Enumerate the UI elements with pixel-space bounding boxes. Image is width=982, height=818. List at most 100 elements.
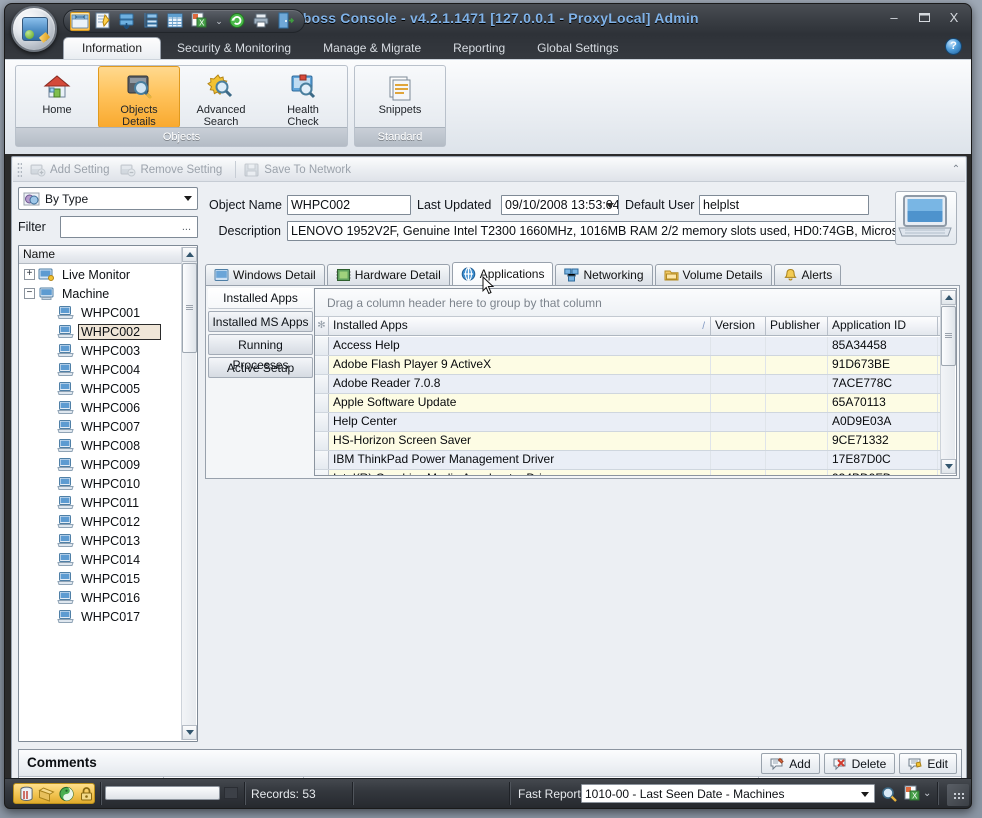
tab-global-settings[interactable]: Global Settings [521, 38, 634, 59]
excel-export-icon[interactable]: X [190, 12, 210, 31]
expander-icon[interactable]: + [24, 269, 35, 280]
refresh-icon[interactable] [228, 12, 248, 31]
tab-security-monitoring[interactable]: Security & Monitoring [161, 38, 307, 59]
scroll-up-arrow-icon[interactable] [182, 247, 197, 262]
tree-node-whpc011[interactable]: WHPC011 [19, 493, 197, 512]
column-header-version[interactable]: Version [711, 317, 766, 335]
add-comment-button[interactable]: Add [761, 753, 819, 774]
ribbon-button-objects-details[interactable]: Objects Details [98, 66, 180, 128]
view-mode-chevron-down-icon[interactable] [184, 196, 192, 201]
folder-icon[interactable] [38, 786, 55, 802]
grid-table-icon[interactable] [166, 12, 186, 31]
tree-node-whpc006[interactable]: WHPC006 [19, 398, 197, 417]
magnifier-icon[interactable] [881, 786, 898, 802]
ribbon-button-health-check[interactable]: Health Check [262, 66, 344, 128]
column-header-application-id[interactable]: Application ID [828, 317, 938, 335]
print-icon[interactable] [252, 12, 272, 31]
tree-node-whpc012[interactable]: WHPC012 [19, 512, 197, 531]
delete-comment-button[interactable]: Delete [824, 753, 896, 774]
minimize-icon[interactable]: – [885, 9, 903, 27]
tab-hardware-detail[interactable]: Hardware Detail [327, 264, 450, 285]
table-row[interactable]: Apple Software Update65A70113 [315, 394, 940, 413]
tab-manage-migrate[interactable]: Manage & Migrate [307, 38, 437, 59]
view-mode-combo[interactable]: By Type [18, 187, 198, 210]
tree-node-whpc005[interactable]: WHPC005 [19, 379, 197, 398]
database-icon[interactable] [18, 786, 35, 802]
table-row[interactable]: Access Help85A34458 [315, 337, 940, 356]
scrollbar-thumb[interactable] [182, 263, 197, 353]
column-header-installed-apps[interactable]: Installed Apps / [329, 317, 711, 335]
tree-scrollbar[interactable] [181, 247, 196, 740]
edit-comment-button[interactable]: Edit [899, 753, 957, 774]
tab-reporting[interactable]: Reporting [437, 38, 521, 59]
description-input[interactable]: LENOVO 1952V2F, Genuine Intel T2300 1660… [287, 221, 899, 241]
table-row[interactable]: Adobe Reader 7.0.87ACE778C [315, 375, 940, 394]
subtab-running-processes[interactable]: Running Processes [208, 334, 313, 355]
ribbon-button-snippets[interactable]: Snippets [359, 66, 441, 128]
tab-windows-detail[interactable]: Windows Detail [205, 264, 325, 285]
help-icon[interactable]: ? [945, 38, 962, 55]
scroll-down-arrow-icon[interactable] [941, 459, 956, 474]
server-download-icon[interactable] [118, 12, 138, 31]
tree-node-machine[interactable]: − Machine [19, 284, 197, 303]
column-header-publisher[interactable]: Publisher [766, 317, 828, 335]
maximize-icon[interactable] [915, 9, 933, 27]
tree-node-whpc008[interactable]: WHPC008 [19, 436, 197, 455]
app-logo-orb[interactable] [11, 6, 57, 52]
exit-door-icon[interactable] [276, 12, 296, 31]
table-row[interactable]: Adobe Flash Player 9 ActiveX91D673BE [315, 356, 940, 375]
tree-node-live-monitor[interactable]: + Live Monitor [19, 265, 197, 284]
expander-icon[interactable]: − [24, 288, 35, 299]
table-row[interactable]: Help CenterA0D9E03A [315, 413, 940, 432]
tree-node-whpc004[interactable]: WHPC004 [19, 360, 197, 379]
window-layout-icon[interactable] [70, 12, 90, 31]
tree-node-whpc003[interactable]: WHPC003 [19, 341, 197, 360]
filter-ellipsis-icon[interactable]: ... [182, 221, 191, 233]
fast-report-combo[interactable]: 1010-00 - Last Seen Date - Machines [581, 784, 875, 803]
table-row[interactable]: HS-Horizon Screen Saver9CE71332 [315, 432, 940, 451]
default-user-input[interactable]: helplst [699, 195, 869, 215]
toolbar-dropdown-caret-icon[interactable]: ⌄ [303, 13, 312, 26]
tree-node-whpc001[interactable]: WHPC001 [19, 303, 197, 322]
ribbon-button-home[interactable]: Home [16, 66, 98, 128]
tab-volume-details[interactable]: Volume Details [655, 264, 772, 285]
collapse-panel-caret-icon[interactable]: ⌃ [949, 160, 963, 180]
tree-node-whpc013[interactable]: WHPC013 [19, 531, 197, 550]
tree-node-whpc010[interactable]: WHPC010 [19, 474, 197, 493]
tab-information[interactable]: Information [63, 37, 161, 59]
group-by-dropzone[interactable]: Drag a column header here to group by th… [315, 289, 956, 317]
table-row[interactable]: IBM ThinkPad Power Management Driver17E8… [315, 451, 940, 470]
resize-grip[interactable] [947, 784, 969, 806]
export-chevron-down-icon[interactable]: ⌄ [923, 788, 931, 799]
subtab-installed-apps[interactable]: Installed Apps [208, 288, 313, 309]
subtab-active-setup[interactable]: Active Setup [208, 357, 313, 378]
tree-node-whpc016[interactable]: WHPC016 [19, 588, 197, 607]
tree-node-whpc007[interactable]: WHPC007 [19, 417, 197, 436]
last-updated-chevron-down-icon[interactable] [606, 203, 614, 208]
scroll-up-arrow-icon[interactable] [941, 290, 956, 305]
save-to-network-button[interactable]: Save To Network [241, 160, 359, 179]
last-updated-input[interactable]: 09/10/2008 13:53:04 [501, 195, 619, 215]
ribbon-button-advanced-search[interactable]: Advanced Search [180, 66, 262, 128]
status-progress-stop-button[interactable] [224, 787, 238, 799]
add-setting-button[interactable]: Add Setting [27, 160, 117, 179]
quick-access-overflow-caret-icon[interactable]: ⌄ [214, 16, 224, 27]
report-edit-icon[interactable] [94, 12, 114, 31]
tree-node-whpc009[interactable]: WHPC009 [19, 455, 197, 474]
close-icon[interactable]: X [945, 9, 963, 27]
grid-scrollbar[interactable] [940, 290, 955, 474]
toolstrip-grip[interactable] [17, 162, 22, 178]
yin-yang-icon[interactable] [58, 786, 75, 802]
tab-networking[interactable]: Networking [555, 264, 652, 285]
remove-setting-button[interactable]: Remove Setting [117, 160, 230, 179]
object-name-input[interactable]: WHPC002 [287, 195, 411, 215]
scroll-down-arrow-icon[interactable] [182, 725, 197, 740]
tree-list-icon[interactable] [142, 12, 162, 31]
lock-icon[interactable] [78, 786, 95, 802]
tab-alerts[interactable]: Alerts [774, 264, 842, 285]
tree-node-whpc015[interactable]: WHPC015 [19, 569, 197, 588]
tab-applications[interactable]: Applications [452, 262, 554, 285]
tree-node-whpc002[interactable]: WHPC002 [19, 322, 197, 341]
tree-node-whpc017[interactable]: WHPC017 [19, 607, 197, 626]
fast-report-chevron-down-icon[interactable] [861, 792, 869, 797]
